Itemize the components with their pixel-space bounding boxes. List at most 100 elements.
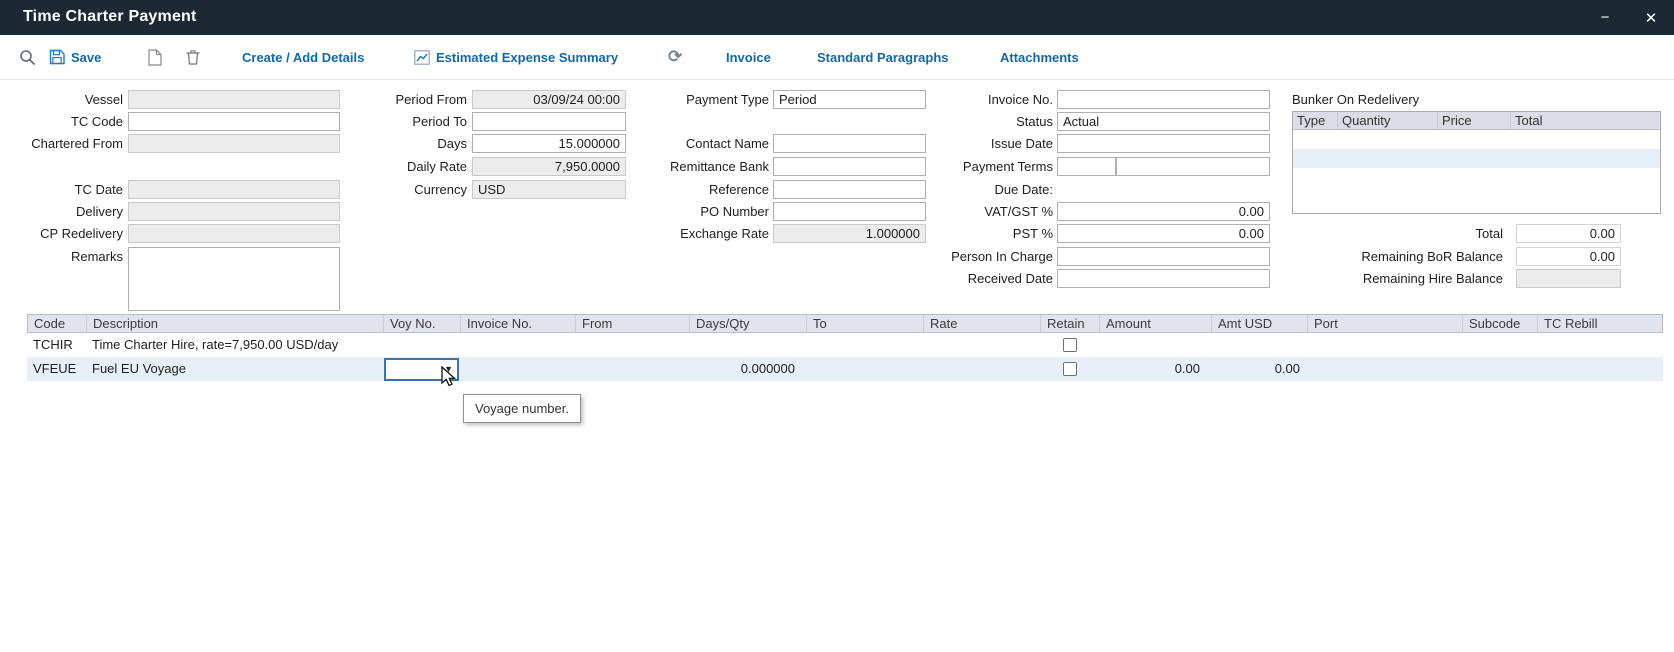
chart-icon [414,50,430,65]
daily-rate-label: Daily Rate [320,157,467,176]
col-days-qty[interactable]: Days/Qty [690,315,807,332]
invoice-no-field[interactable] [1057,90,1270,109]
period-from-label: Period From [320,90,467,109]
minimize-icon[interactable]: − [1582,0,1628,35]
col-invoice-no[interactable]: Invoice No. [461,315,576,332]
bunker-col-quantity: Quantity [1338,112,1438,129]
bunker-col-total: Total [1511,112,1660,129]
received-date-label: Received Date [850,269,1053,288]
bunker-on-redelivery-title: Bunker On Redelivery [1292,90,1512,109]
payment-terms-days-field[interactable] [1057,157,1116,176]
bunker-col-price: Price [1438,112,1511,129]
person-in-charge-field[interactable] [1057,247,1270,266]
retain-checkbox[interactable] [1063,338,1077,352]
copy-document-icon[interactable] [148,49,162,66]
chevron-down-icon[interactable]: ▼ [444,365,453,374]
bunker-row-empty[interactable] [1293,149,1660,168]
delivery-field[interactable] [128,202,340,221]
col-amt-usd[interactable]: Amt USD [1212,315,1308,332]
chartered-from-field[interactable] [128,134,340,153]
voyage-number-dropdown[interactable]: ▼ [384,358,459,381]
cell-description: Fuel EU Voyage [86,357,383,381]
col-rate[interactable]: Rate [924,315,1041,332]
remaining-bor-balance-label: Remaining BoR Balance [1290,247,1503,266]
reference-label: Reference [580,180,769,199]
col-port[interactable]: Port [1308,315,1463,332]
estimated-expense-summary-label: Estimated Expense Summary [436,50,618,65]
cell-days-qty: 0.000000 [689,357,806,381]
exchange-rate-label: Exchange Rate [580,224,769,243]
chartered-from-label: Chartered From [0,134,123,153]
save-icon [49,49,65,65]
payment-terms-desc-field[interactable] [1116,157,1270,176]
toolbar: Save Create / Add Details Estimated Expe… [0,35,1674,80]
cell-description: Time Charter Hire, rate=7,950.00 USD/day [86,333,383,357]
cell-retain [1040,338,1099,352]
cell-retain [1040,362,1099,376]
cell-voy-no: ▼ [383,358,460,381]
status-field[interactable]: Actual [1057,112,1270,131]
days-label: Days [320,134,467,153]
po-number-label: PO Number [580,202,769,221]
vessel-label: Vessel [0,90,123,109]
cell-code: TCHIR [27,333,86,357]
delete-trash-icon[interactable] [186,49,200,65]
col-amount[interactable]: Amount [1100,315,1212,332]
delivery-label: Delivery [0,202,123,221]
bunker-table-header: Type Quantity Price Total [1293,112,1660,130]
vat-gst-field[interactable]: 0.00 [1057,202,1270,221]
bunker-row-empty[interactable] [1293,130,1660,149]
status-label: Status [850,112,1053,131]
currency-label: Currency [320,180,467,199]
cell-code: VFEUE [27,357,86,381]
create-add-details-button[interactable]: Create / Add Details [242,50,364,65]
col-description[interactable]: Description [87,315,384,332]
table-row-vfeue[interactable]: VFEUE Fuel EU Voyage ▼ 0.000000 0.00 0.0… [27,357,1663,381]
remarks-field[interactable] [128,247,340,311]
col-from[interactable]: From [576,315,690,332]
invoice-button[interactable]: Invoice [726,50,771,65]
refresh-icon[interactable]: ⟳ [668,47,682,67]
col-subcode[interactable]: Subcode [1463,315,1538,332]
search-icon[interactable] [19,49,36,66]
attachments-button[interactable]: Attachments [1000,50,1079,65]
vat-gst-label: VAT/GST % [850,202,1053,221]
estimated-expense-summary-button[interactable]: Estimated Expense Summary [414,35,618,79]
col-voy-no[interactable]: Voy No. [384,315,461,332]
tc-date-field[interactable] [128,180,340,199]
window-title: Time Charter Payment [23,8,197,26]
vessel-field[interactable] [128,90,340,109]
person-in-charge-label: Person In Charge [850,247,1053,266]
cell-amount: 0.00 [1099,357,1211,381]
received-date-field[interactable] [1057,269,1270,288]
remaining-bor-balance-value: 0.00 [1516,247,1621,266]
standard-paragraphs-button[interactable]: Standard Paragraphs [817,50,949,65]
charges-grid-header: Code Description Voy No. Invoice No. Fro… [27,314,1663,333]
titlebar: Time Charter Payment − ✕ [0,0,1674,35]
table-row-tchir[interactable]: TCHIR Time Charter Hire, rate=7,950.00 U… [27,333,1663,357]
save-label: Save [71,50,101,65]
col-code[interactable]: Code [28,315,87,332]
period-to-field[interactable] [472,112,626,131]
pst-label: PST % [850,224,1053,243]
col-to[interactable]: To [807,315,924,332]
remittance-bank-label: Remittance Bank [580,157,769,176]
pst-field[interactable]: 0.00 [1057,224,1270,243]
save-button[interactable]: Save [49,35,101,79]
bunker-col-type: Type [1293,112,1338,129]
bunker-table: Type Quantity Price Total [1292,111,1661,214]
col-tc-rebill[interactable]: TC Rebill [1538,315,1663,332]
payment-terms-label: Payment Terms [850,157,1053,176]
remaining-hire-balance-label: Remaining Hire Balance [1290,269,1503,288]
cp-redelivery-field[interactable] [128,224,340,243]
tc-code-field[interactable] [128,112,340,131]
tc-code-label: TC Code [0,112,123,131]
issue-date-field[interactable] [1057,134,1270,153]
close-icon[interactable]: ✕ [1628,0,1674,35]
retain-checkbox[interactable] [1063,362,1077,376]
payment-type-label: Payment Type [580,90,769,109]
col-retain[interactable]: Retain [1041,315,1100,332]
voyage-number-tooltip: Voyage number. [463,394,581,423]
contact-name-label: Contact Name [580,134,769,153]
cell-amt-usd: 0.00 [1211,357,1307,381]
